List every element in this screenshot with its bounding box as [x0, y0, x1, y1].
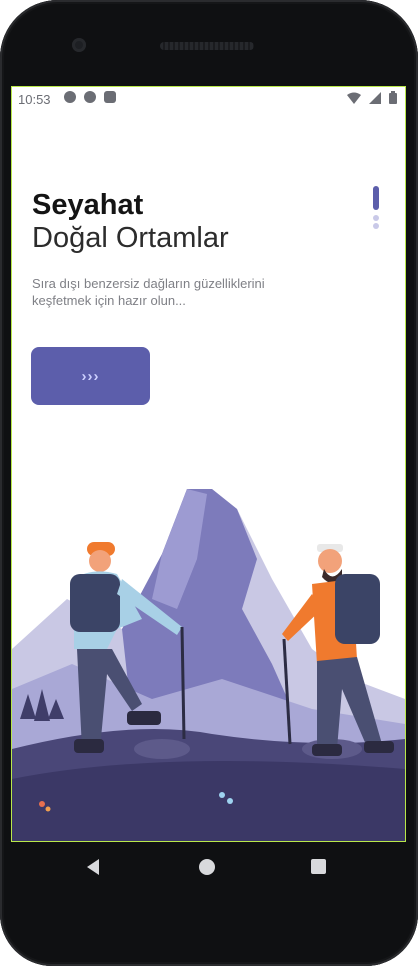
- hikers-illustration: [12, 489, 405, 841]
- status-bar: 10:53: [12, 87, 405, 112]
- sd-card-icon: [104, 91, 116, 103]
- status-left-icons: [64, 91, 116, 103]
- recents-icon[interactable]: [311, 859, 326, 874]
- page-subtitle: Doğal Ortamlar: [32, 222, 229, 254]
- app-screen: 10:53 Seyahat Doğal Ortamlar Sıra dışı b…: [11, 86, 406, 842]
- system-nav-bar: [0, 842, 418, 912]
- page-title: Seyahat: [32, 189, 144, 221]
- page-indicator-active: [373, 186, 379, 210]
- wifi-icon: [347, 92, 361, 104]
- status-right-icons: [347, 91, 397, 104]
- phone-frame: 10:53 Seyahat Doğal Ortamlar Sıra dışı b…: [0, 0, 418, 966]
- front-camera: [72, 38, 86, 52]
- earpiece-speaker: [160, 42, 254, 50]
- back-icon[interactable]: [85, 858, 101, 876]
- play-protect-icon: [84, 91, 96, 103]
- page-indicator: [371, 186, 381, 234]
- battery-icon: [389, 91, 397, 104]
- status-time: 10:53: [18, 92, 51, 107]
- page-description: Sıra dışı benzersiz dağların güzellikler…: [32, 276, 265, 308]
- page-indicator-dot: [373, 223, 379, 229]
- home-icon[interactable]: [199, 859, 215, 875]
- next-button-label: ›››: [81, 367, 100, 385]
- page-indicator-dot: [373, 215, 379, 221]
- signal-icon: [369, 91, 381, 104]
- next-button[interactable]: ›››: [31, 347, 150, 405]
- settings-icon: [64, 91, 76, 103]
